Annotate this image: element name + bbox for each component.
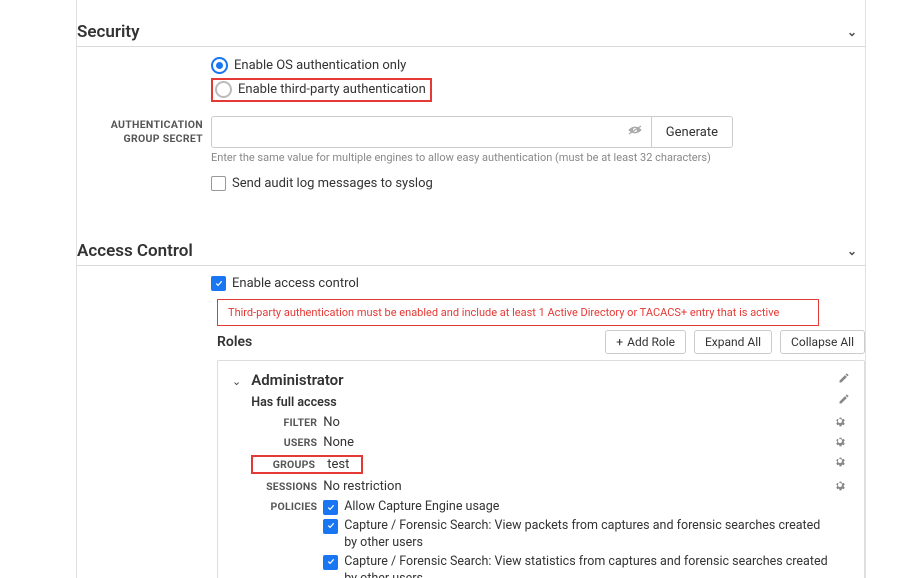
filter-gear-icon[interactable] bbox=[834, 415, 850, 430]
plus-icon: + bbox=[616, 335, 623, 349]
filter-value: No bbox=[323, 415, 834, 430]
auth-os-radio-row[interactable]: Enable OS authentication only bbox=[211, 55, 865, 76]
secret-help-text: Enter the same value for multiple engine… bbox=[211, 151, 865, 164]
users-key: USERS bbox=[251, 435, 323, 449]
expand-all-button[interactable]: Expand All bbox=[694, 330, 772, 354]
radio-selected-icon bbox=[211, 57, 228, 74]
policies-key: POLICIES bbox=[251, 499, 323, 513]
syslog-checkbox-row[interactable]: Send audit log messages to syslog bbox=[211, 174, 865, 193]
secret-input-group: Generate bbox=[211, 116, 733, 148]
secret-input[interactable] bbox=[212, 121, 619, 144]
users-gear-icon[interactable] bbox=[834, 435, 850, 450]
policy-item[interactable]: Allow Capture Engine usage bbox=[323, 499, 834, 516]
sessions-key: SESSIONS bbox=[251, 479, 323, 493]
checkbox-checked-icon bbox=[323, 500, 338, 515]
access-warning: Third-party authentication must be enabl… bbox=[217, 299, 819, 326]
edit-role-name-icon[interactable] bbox=[838, 372, 850, 388]
roles-toolbar: Roles + Add Role Expand All Collapse All bbox=[217, 330, 865, 354]
role-card: ⌄ Administrator Has full access bbox=[217, 360, 865, 578]
groups-gear-icon[interactable] bbox=[834, 455, 850, 470]
role-collapse-icon[interactable]: ⌄ bbox=[232, 375, 241, 388]
syslog-label: Send audit log messages to syslog bbox=[232, 176, 433, 191]
security-body: Enable OS authentication only Enable thi… bbox=[77, 47, 865, 207]
collapse-all-button[interactable]: Collapse All bbox=[780, 330, 865, 354]
security-collapse-icon[interactable]: ⌄ bbox=[847, 25, 857, 39]
checkbox-checked-icon bbox=[211, 276, 226, 291]
users-value: None bbox=[323, 435, 834, 450]
add-role-label: Add Role bbox=[627, 335, 675, 349]
access-title: Access Control bbox=[77, 241, 193, 261]
role-desc: Has full access bbox=[251, 395, 838, 410]
filter-key: FILTER bbox=[251, 415, 323, 429]
access-section-header: Access Control ⌄ bbox=[77, 233, 865, 266]
auth-thirdparty-highlight: Enable third-party authentication bbox=[211, 78, 432, 102]
enable-access-label: Enable access control bbox=[232, 276, 359, 291]
checkbox-checked-icon bbox=[323, 519, 338, 534]
groups-value: test bbox=[321, 457, 359, 472]
generate-button[interactable]: Generate bbox=[651, 117, 732, 147]
auth-os-label: Enable OS authentication only bbox=[234, 58, 406, 73]
sessions-gear-icon[interactable] bbox=[834, 479, 850, 494]
page: { "security": { "title": "Security", "au… bbox=[0, 0, 906, 578]
policy-label: Allow Capture Engine usage bbox=[344, 499, 499, 516]
policy-label: Capture / Forensic Search: View statisti… bbox=[344, 554, 834, 578]
visibility-toggle-icon[interactable] bbox=[619, 124, 651, 140]
groups-key: GROUPS bbox=[255, 457, 321, 472]
checkbox-checked-icon bbox=[323, 555, 338, 570]
groups-highlight: GROUPS test bbox=[251, 455, 363, 474]
access-body: Enable access control Third-party authen… bbox=[77, 266, 865, 578]
add-role-button[interactable]: + Add Role bbox=[605, 330, 686, 354]
policy-label: Capture / Forensic Search: View packets … bbox=[344, 518, 834, 552]
roles-title: Roles bbox=[217, 334, 597, 350]
edit-role-desc-icon[interactable] bbox=[838, 393, 850, 409]
enable-access-control-row[interactable]: Enable access control bbox=[211, 274, 865, 293]
sessions-value: No restriction bbox=[323, 479, 834, 494]
checkbox-unchecked-icon bbox=[211, 176, 226, 191]
security-title: Security bbox=[77, 22, 140, 42]
radio-unselected-icon[interactable] bbox=[215, 81, 232, 98]
security-section-header: Security ⌄ bbox=[77, 14, 865, 47]
policies-list: Allow Capture Engine usage Capture / For… bbox=[323, 499, 834, 578]
policy-item[interactable]: Capture / Forensic Search: View statisti… bbox=[323, 554, 834, 578]
access-collapse-icon[interactable]: ⌄ bbox=[847, 244, 857, 258]
main-panel: Security ⌄ Enable OS authentication only… bbox=[76, 0, 866, 578]
auth-secret-label: AUTHENTICATION GROUP SECRET bbox=[77, 112, 211, 145]
auth-thirdparty-label: Enable third-party authentication bbox=[238, 82, 426, 97]
role-name: Administrator bbox=[251, 371, 838, 389]
policy-item[interactable]: Capture / Forensic Search: View packets … bbox=[323, 518, 834, 552]
